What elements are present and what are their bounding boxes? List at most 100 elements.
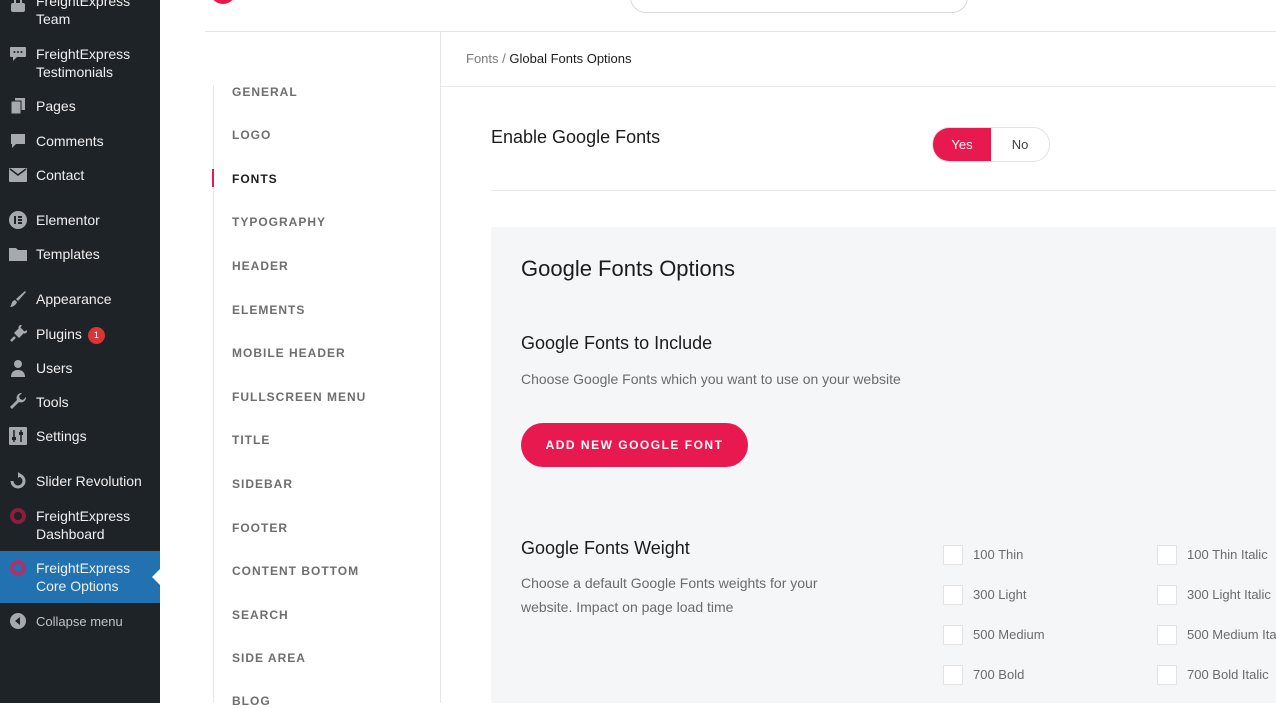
users-group-icon (9, 0, 27, 14)
weight-checkbox-label: 300 Light (973, 587, 1027, 602)
breadcrumb-parent[interactable]: Fonts (466, 51, 499, 66)
fonts-weight-title: Google Fonts Weight (521, 538, 690, 558)
fonts-weight-description: Choose a default Google Fonts weights fo… (521, 571, 818, 619)
admin-menu-item-contact[interactable]: Contact (0, 166, 160, 184)
admin-menu-item-testimonials[interactable]: FreightExpress Testimonials (0, 45, 160, 85)
nav-item-general[interactable]: GENERAL (232, 85, 298, 99)
admin-menu-label: Team (36, 11, 71, 27)
fonts-to-include-title: Google Fonts to Include (521, 333, 713, 353)
nav-item-blog[interactable]: BLOG (232, 694, 271, 708)
weight-checkbox-label: 700 Bold Italic (1187, 667, 1269, 682)
admin-menu-item-templates[interactable]: Templates (0, 245, 160, 263)
folder-icon (9, 245, 27, 263)
circle-logo-icon (9, 507, 27, 525)
paintbrush-icon (9, 290, 27, 308)
weight-checkbox[interactable] (943, 585, 963, 605)
search-input[interactable] (630, 0, 968, 13)
add-new-google-font-button[interactable]: ADD NEW GOOGLE FONT (521, 423, 748, 467)
nav-item-logo[interactable]: LOGO (232, 128, 271, 142)
admin-menu-item-elementor[interactable]: Elementor (0, 211, 160, 229)
wrench-icon (9, 393, 27, 411)
collapse-arrow-icon (9, 612, 27, 630)
admin-sidebar: FreightExpress Team FreightExpress Testi… (0, 0, 160, 703)
nav-item-header[interactable]: HEADER (232, 259, 289, 273)
admin-menu-item-appearance[interactable]: Appearance (0, 290, 160, 308)
admin-menu-item-core-options[interactable]: FreightExpress Core Options (0, 551, 160, 603)
nav-item-fullscreen-menu[interactable]: FULLSCREEN MENU (232, 390, 366, 404)
weight-checkbox[interactable] (943, 625, 963, 645)
breadcrumb: Fonts / Global Fonts Options (466, 51, 632, 66)
panel-title: Google Fonts Options (521, 256, 736, 281)
admin-menu-item-pages[interactable]: Pages (0, 97, 160, 115)
pages-icon (9, 97, 27, 115)
nav-item-fonts[interactable]: FONTS (232, 172, 278, 186)
plugins-update-badge: 1 (87, 327, 105, 344)
admin-menu-label: Templates (36, 246, 100, 262)
enable-google-fonts-toggle: Yes No (932, 127, 1050, 162)
breadcrumb-separator: / (502, 51, 506, 66)
weight-checkbox[interactable] (1157, 545, 1177, 565)
nav-item-search[interactable]: SEARCH (232, 608, 289, 622)
toggle-yes-button[interactable]: Yes (933, 128, 991, 161)
envelope-icon (9, 166, 27, 184)
admin-menu-label: Settings (36, 428, 87, 444)
admin-menu-label: Comments (36, 133, 104, 149)
options-nav-active-marker (212, 169, 214, 187)
admin-menu-label: Core Options (36, 578, 119, 594)
options-nav (160, 32, 440, 703)
admin-menu-label: Users (36, 360, 73, 376)
weight-checkbox-label: 300 Light Italic (1187, 587, 1271, 602)
admin-menu-item-comments[interactable]: Comments (0, 132, 160, 150)
admin-menu-item-team[interactable]: FreightExpress Team (0, 0, 160, 32)
weight-checkbox-label: 700 Bold (973, 667, 1025, 682)
plug-icon (9, 325, 27, 343)
nav-item-elements[interactable]: ELEMENTS (232, 303, 305, 317)
admin-menu-label: Elementor (36, 212, 100, 228)
nav-item-title[interactable]: TITLE (232, 433, 270, 447)
weight-checkbox[interactable] (1157, 625, 1177, 645)
fonts-weight-description-line: Choose a default Google Fonts weights fo… (521, 575, 818, 591)
admin-menu-label: FreightExpress (36, 560, 131, 576)
weight-checkbox[interactable] (1157, 665, 1177, 685)
nav-item-side-area[interactable]: SIDE AREA (232, 651, 306, 665)
enable-google-fonts-label: Enable Google Fonts (491, 127, 661, 147)
weight-checkbox-label: 500 Medium Italic (1187, 627, 1276, 642)
nav-item-typography[interactable]: TYPOGRAPHY (232, 215, 326, 229)
admin-menu-label: Slider Revolution (36, 473, 142, 489)
admin-menu-label: Tools (36, 394, 69, 410)
weight-checkbox[interactable] (943, 545, 963, 565)
admin-menu-label: Testimonials (36, 64, 114, 80)
nav-item-footer[interactable]: FOOTER (232, 521, 288, 535)
nav-item-content-bottom[interactable]: CONTENT BOTTOM (232, 564, 359, 578)
toggle-no-button[interactable]: No (991, 128, 1049, 161)
admin-menu-label: Dashboard (36, 526, 105, 542)
collapse-menu-button[interactable]: Collapse menu (0, 612, 160, 630)
content-divider (440, 32, 441, 703)
fonts-to-include-description: Choose Google Fonts which you want to us… (521, 371, 901, 387)
fonts-weight-description-line: website. Impact on page load time (521, 599, 734, 615)
admin-menu-item-users[interactable]: Users (0, 359, 160, 377)
admin-menu-item-settings[interactable]: Settings (0, 427, 160, 445)
breadcrumb-current: Global Fonts Options (509, 51, 632, 66)
admin-menu-item-plugins[interactable]: Plugins 1 (0, 325, 160, 344)
circle-logo-icon (9, 559, 27, 577)
nav-item-sidebar[interactable]: SIDEBAR (232, 477, 293, 491)
comment-icon (9, 132, 27, 150)
admin-menu-item-slider-revolution[interactable]: Slider Revolution (0, 472, 160, 490)
weight-checkbox-label: 100 Thin (973, 547, 1024, 562)
admin-menu-item-tools[interactable]: Tools (0, 393, 160, 411)
collapse-menu-label: Collapse menu (36, 614, 123, 629)
brand-logo (205, 0, 239, 5)
refresh-icon (9, 472, 27, 490)
admin-menu-label: FreightExpress (36, 508, 131, 524)
speech-bubble-icon (9, 45, 27, 63)
admin-menu-label: FreightExpress (36, 0, 131, 9)
admin-menu-label: Appearance (36, 291, 112, 307)
admin-menu-item-dashboard[interactable]: FreightExpress Dashboard (0, 507, 160, 547)
admin-menu-label: Pages (36, 98, 76, 114)
admin-menu-label: FreightExpress (36, 46, 131, 62)
nav-item-mobile-header[interactable]: MOBILE HEADER (232, 346, 346, 360)
weight-checkbox[interactable] (943, 665, 963, 685)
weight-checkbox[interactable] (1157, 585, 1177, 605)
sliders-icon (9, 427, 27, 445)
